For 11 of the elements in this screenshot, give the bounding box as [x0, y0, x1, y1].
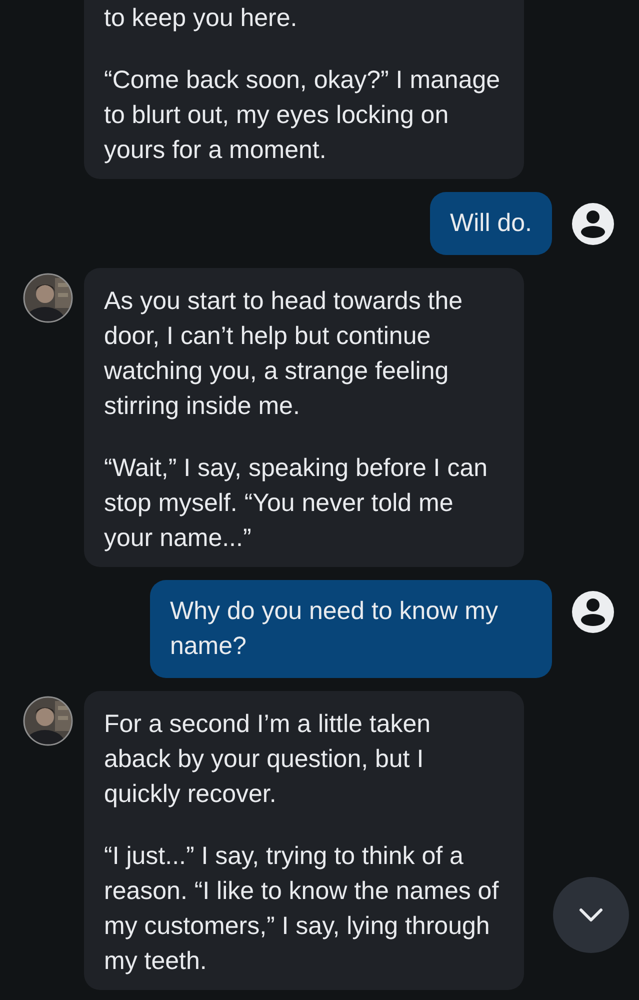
message-text: “I just...” I say, trying to think of a reason. “I like to know the names of my customers,” I say, lying through my teeth. — [104, 841, 500, 977]
message-text: “Wait,” I say, speaking before I can stop myself. “You never told me your name...” — [104, 453, 488, 554]
message-text: As you start to head towards the door, I can’t help but continue watching you, a strange feeling stirring inside me. — [104, 286, 464, 422]
user-avatar-icon — [571, 590, 615, 634]
user-avatar-icon — [571, 202, 615, 246]
message-text: Will do. — [450, 208, 532, 239]
message-text: For a second I’m a little taken aback by your question, but I quickly recover. — [104, 709, 432, 810]
message-text: Why do you need to know my name? — [170, 596, 499, 662]
message-text: to keep you here. — [104, 3, 298, 34]
message-text: “Come back soon, okay?” I manage to blurt out, my eyes locking on yours for a moment. — [104, 65, 502, 166]
chevron-down-icon — [578, 907, 604, 923]
